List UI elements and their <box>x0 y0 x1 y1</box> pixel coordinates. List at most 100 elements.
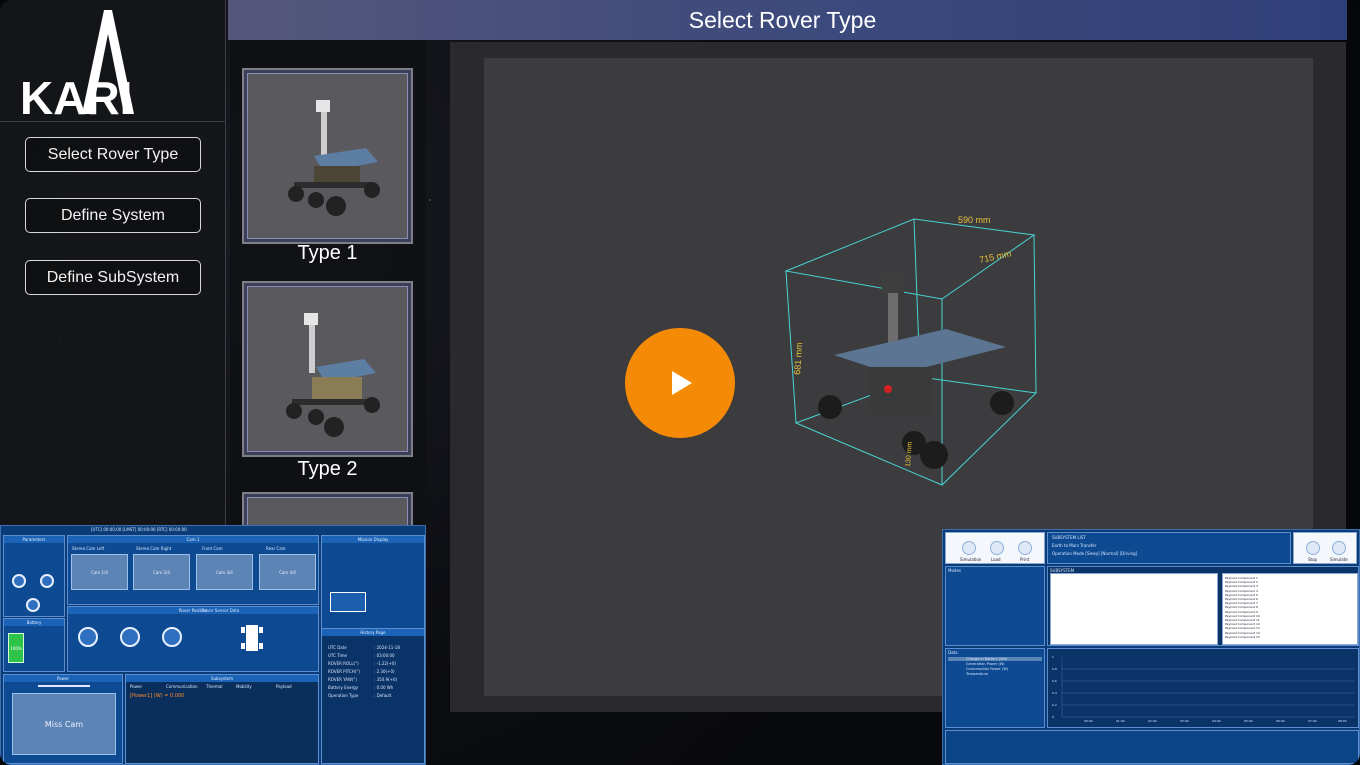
camera-view-3[interactable]: Cam 3/4 <box>196 554 253 590</box>
item-row[interactable]: Payload Component 15 <box>1225 635 1355 639</box>
stereo-cam-right-label: Stereo Cam Right <box>136 546 172 551</box>
history-key: ROVER PITCH(°) <box>328 669 360 674</box>
data-row[interactable]: Temperature <box>966 672 988 676</box>
define-system-button[interactable]: Define System <box>25 198 201 233</box>
print-label: Print <box>1020 557 1030 562</box>
rover-3d-model[interactable]: 590 mm 715 mm 681 mm 130 mm <box>770 205 1040 490</box>
simulate-icon[interactable] <box>1332 541 1346 555</box>
control-toolbar: Stop Simulate <box>1293 532 1357 564</box>
radio-payload[interactable]: Payload <box>276 684 292 689</box>
history-value: : 350.9(+0) <box>374 677 398 682</box>
rover-type-list[interactable]: Type 1 Type 2 <box>230 40 426 530</box>
status-bar <box>945 730 1359 764</box>
rover-type-card-1[interactable] <box>242 68 413 244</box>
camera-panel: Cam 1 Stereo Cam Left Stereo Cam Right F… <box>67 535 319 605</box>
page-header: Select Rover Type <box>228 0 1347 40</box>
info-panel: SUBSYSTEM LIST Earth to Mars Transfer Op… <box>1047 532 1291 564</box>
miss-cam-panel: Power Miss Cam <box>3 674 123 764</box>
rover-topview-icon <box>241 625 263 651</box>
load-label: Load <box>991 557 1001 562</box>
camera-view-2[interactable]: Cam 2/4 <box>133 554 190 590</box>
items-list-box[interactable]: Payload Component 1 Payload Component 2 … <box>1222 573 1358 645</box>
data-row[interactable]: Change in Battery (Wh) <box>966 657 1007 661</box>
pitch-gauge-icon <box>120 627 140 647</box>
radio-thermal[interactable]: Thermal <box>206 684 222 689</box>
app-window: KARI Select Rover Type Define System Def… <box>0 0 1360 765</box>
history-value: : 2024-11-18 <box>374 645 400 650</box>
history-key: UTC Time <box>328 653 347 658</box>
x-tick: 06:00 <box>1276 719 1285 723</box>
info-line-2: Earth to Mars Transfer <box>1052 543 1097 548</box>
power-title: Power <box>4 675 122 682</box>
data-panel: Data Change in Battery (Wh) Generation P… <box>945 648 1045 728</box>
rover-type-label-1: Type 1 <box>297 242 358 264</box>
dimension-wheel-label: 130 mm <box>905 441 914 467</box>
dimension-height-label: 681 mm <box>792 342 804 375</box>
rover-monitor-dashboard[interactable]: [UTC] 00:00:00 [LMST] 00:00:00 [RTC] 00:… <box>0 525 426 765</box>
mission-display-panel: Mission Display <box>321 535 425 631</box>
subsystem-title: Subsystem <box>126 675 318 682</box>
play-icon <box>672 371 692 395</box>
rear-cam-label: Rear Cam <box>266 546 286 551</box>
miss-cam-view[interactable]: Miss Cam <box>12 693 116 755</box>
y-tick: 1 <box>1052 655 1054 659</box>
rover-type-card-2[interactable] <box>242 281 413 457</box>
play-button[interactable] <box>625 328 735 438</box>
data-row[interactable]: Consumption Power (W) <box>966 667 1008 671</box>
history-key: ROVER YAW(°) <box>328 677 357 682</box>
history-value: : 0.00 Wh <box>374 685 394 690</box>
data-row[interactable]: Generation Power (W) <box>966 662 1005 666</box>
print-icon[interactable] <box>1018 541 1032 555</box>
history-key: Battery Energy <box>328 685 359 690</box>
simulation-icon[interactable] <box>962 541 976 555</box>
simulation-label: Simulation <box>960 557 982 562</box>
history-value: : -1.22(+0) <box>374 661 396 666</box>
radio-power[interactable]: Power <box>130 684 142 689</box>
history-key: ROVER ROLL(°) <box>328 661 359 666</box>
dimension-width-label: 590 mm <box>958 215 991 225</box>
x-tick: 07:00 <box>1308 719 1317 723</box>
gauge-icon <box>26 598 40 612</box>
front-cam-label: Front Cam <box>202 546 223 551</box>
toolbar: Simulation Load Print <box>945 532 1045 564</box>
subsystem-panel: Subsystem Power Communication Thermal Mo… <box>125 674 319 764</box>
rover-thumbnail-2 <box>286 313 380 437</box>
history-panel: History Page UTC Date : 2024-11-18 UTC T… <box>321 628 425 764</box>
load-icon[interactable] <box>990 541 1004 555</box>
data-chart-panel: 00:00 01:00 02:00 03:00 04:00 05:00 06:0… <box>1047 648 1359 728</box>
subsystem-list-panel: SUBSYSTEM Payload Component 1 Payload Co… <box>1047 566 1359 646</box>
camera-view-1[interactable]: Cam 1/4 <box>71 554 128 590</box>
define-subsystem-button[interactable]: Define SubSystem <box>25 260 201 295</box>
kari-logo: KARI <box>20 10 134 118</box>
y-tick: 0.6 <box>1052 679 1057 683</box>
info-line-1: SUBSYSTEM LIST <box>1052 535 1086 540</box>
x-tick: 04:00 <box>1212 719 1221 723</box>
stop-icon[interactable] <box>1306 541 1320 555</box>
dashboard-time-bar: [UTC] 00:00:00 [LMST] 00:00:00 [RTC] 00:… <box>91 527 187 532</box>
rover-position-title: Rover Position <box>68 607 318 614</box>
data-title: Data <box>948 650 958 655</box>
parameters-title: Parameters <box>4 536 64 543</box>
parameters-panel: Parameters <box>3 535 65 617</box>
info-line-3: Operation Mode [Sleep] [Normal] [Driving… <box>1052 551 1138 556</box>
history-value: : 2.30(+0) <box>374 669 395 674</box>
subsystem-list-box[interactable] <box>1050 573 1218 645</box>
camera-panel-title: Cam 1 <box>68 536 318 543</box>
history-value: : 03:00:00 <box>374 653 395 658</box>
yaw-gauge-icon <box>162 627 182 647</box>
radio-mobility[interactable]: Mobility <box>236 684 252 689</box>
power-readout: [Power1] (W) = 0.000 <box>130 693 185 699</box>
select-rover-type-button[interactable]: Select Rover Type <box>25 137 201 172</box>
x-tick: 02:00 <box>1148 719 1157 723</box>
radio-communication[interactable]: Communication <box>166 684 198 689</box>
power-simulation-dashboard[interactable]: Simulation Load Print SUBSYSTEM LIST Ear… <box>942 529 1360 765</box>
camera-view-4[interactable]: Cam 4/4 <box>259 554 316 590</box>
stereo-cam-label: Stereo Cam Left <box>72 546 105 551</box>
slider-track[interactable] <box>38 685 90 687</box>
mission-display-title: Mission Display <box>322 536 424 543</box>
x-tick: 03:00 <box>1180 719 1189 723</box>
simulate-label: Simulate <box>1330 557 1348 562</box>
modes-title: Modes <box>948 568 961 573</box>
sidebar: KARI Select Rover Type Define System Def… <box>0 0 226 530</box>
logo-text: KARI <box>20 72 132 118</box>
